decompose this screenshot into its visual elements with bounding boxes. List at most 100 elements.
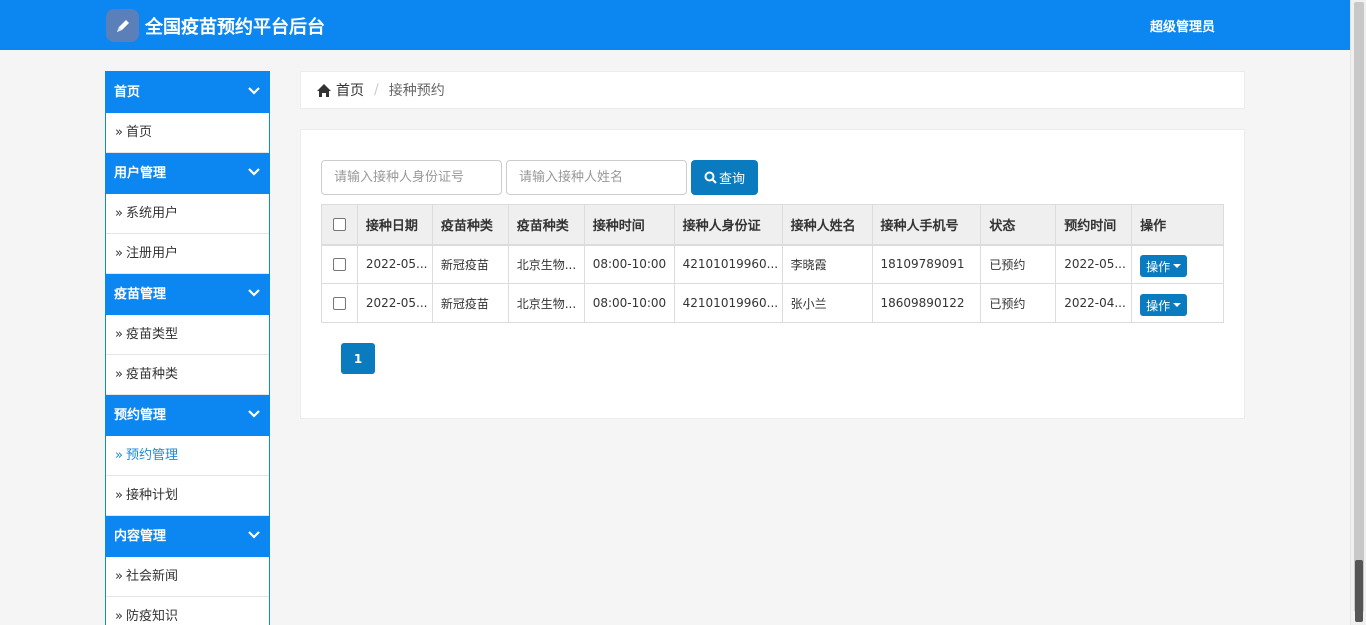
row-checkbox-cell[interactable] [321, 283, 358, 323]
chevron-down-icon [248, 531, 260, 539]
double-angle-right-icon: » [115, 206, 123, 221]
sidebar-item-label: 疫苗种类 [125, 367, 178, 382]
breadcrumb-home-label[interactable]: 首页 [336, 80, 364, 100]
column-header[interactable]: 接种人身份证 [673, 204, 783, 246]
sidebar-item-label: 首页 [125, 125, 152, 140]
double-angle-right-icon: » [115, 367, 123, 382]
row-checkbox-cell[interactable] [321, 244, 358, 284]
sidebar-item[interactable]: » 接种计划 [106, 476, 269, 516]
chevron-down-icon [248, 87, 260, 95]
column-header[interactable]: 接种人姓名 [781, 204, 873, 246]
table-cell: 新冠疫苗 [431, 283, 509, 323]
sidebar-item-label: 系统用户 [125, 206, 178, 221]
sidebar-item-label: 社会新闻 [125, 569, 178, 584]
column-header[interactable]: 疫苗种类 [507, 204, 585, 246]
sidebar-item-label: 防疫知识 [125, 609, 178, 624]
search-button[interactable]: 查询 [691, 160, 758, 195]
sidebar-item[interactable]: » 预约管理 [106, 436, 269, 476]
sidebar-group-header[interactable]: 内容管理 [106, 516, 269, 557]
sidebar-group: 内容管理» 社会新闻» 防疫知识 [106, 516, 269, 625]
main-panel: 查询 接种日期疫苗种类疫苗种类接种时间接种人身份证接种人姓名接种人手机号状态预约… [300, 129, 1245, 419]
sidebar-group-header[interactable]: 首页 [106, 72, 269, 113]
actions-dropdown-label: 操作 [1146, 259, 1171, 274]
sidebar-group-header[interactable]: 疫苗管理 [106, 274, 269, 315]
sidebar-item-label: 预约管理 [125, 448, 178, 463]
double-angle-right-icon: » [115, 569, 123, 584]
sidebar-item-label: 疫苗类型 [125, 327, 178, 342]
double-angle-right-icon: » [115, 488, 123, 503]
breadcrumb-current: 接种预约 [388, 83, 445, 99]
double-angle-right-icon: » [115, 125, 123, 140]
breadcrumb: 首页 / 接种预约 [300, 71, 1245, 109]
breadcrumb-home[interactable]: 首页 [316, 80, 364, 100]
name-search-input[interactable] [506, 160, 687, 195]
column-header[interactable]: 接种日期 [356, 204, 433, 246]
table-cell: 42101019960... [673, 244, 783, 284]
sidebar-group: 预约管理» 预约管理» 接种计划 [106, 395, 269, 516]
table-cell: 2022-05... [356, 283, 433, 323]
caret-down-icon [1173, 303, 1182, 307]
search-icon [704, 171, 717, 184]
id-number-search-input[interactable] [321, 160, 502, 195]
sidebar-group-header[interactable]: 预约管理 [106, 395, 269, 436]
table-cell: 18109789091 [871, 244, 982, 284]
double-angle-right-icon: » [115, 609, 123, 624]
table-cell: 已预约 [980, 244, 1057, 284]
actions-cell: 操作 [1131, 283, 1224, 323]
table-cell: 08:00-10:00 [583, 244, 675, 284]
current-user[interactable]: 超级管理员 [1150, 16, 1215, 35]
table-cell: 新冠疫苗 [431, 244, 509, 284]
pagination-page-1[interactable]: 1 [341, 343, 375, 374]
page-scrollbar[interactable] [1350, 0, 1366, 625]
table-cell: 张小兰 [781, 283, 873, 323]
table-cell: 2022-04... [1055, 283, 1133, 323]
double-angle-right-icon: » [115, 246, 123, 261]
sidebar-group-title: 疫苗管理 [114, 287, 167, 302]
column-header[interactable]: 状态 [980, 204, 1057, 246]
sidebar-item[interactable]: » 防疫知识 [106, 597, 269, 625]
sidebar-item[interactable]: » 疫苗种类 [106, 355, 269, 395]
table-cell: 08:00-10:00 [583, 283, 675, 323]
sidebar-group-title: 预约管理 [114, 408, 167, 423]
scroll-thumb[interactable] [1354, 2, 1364, 612]
sidebar-group-title: 首页 [114, 85, 141, 100]
chevron-down-icon [248, 289, 260, 297]
sidebar-group-title: 用户管理 [114, 166, 167, 181]
column-header[interactable]: 接种时间 [583, 204, 675, 246]
sidebar-group: 疫苗管理» 疫苗类型» 疫苗种类 [106, 274, 269, 395]
scroll-grip[interactable] [1355, 560, 1363, 622]
pen-icon [106, 9, 139, 42]
sidebar-item[interactable]: » 注册用户 [106, 234, 269, 274]
sidebar-group-title: 内容管理 [114, 529, 167, 544]
sidebar-group-header[interactable]: 用户管理 [106, 153, 269, 194]
sidebar-item[interactable]: » 系统用户 [106, 194, 269, 234]
sidebar: 首页» 首页 用户管理» 系统用户» 注册用户 疫苗管理» 疫苗类型» 疫苗种类 预约管理» 预约… [105, 71, 270, 625]
select-all-checkbox[interactable] [332, 217, 346, 231]
actions-dropdown-button[interactable]: 操作 [1140, 255, 1188, 278]
column-header[interactable]: 接种人手机号 [871, 204, 982, 246]
table-cell: 已预约 [980, 283, 1057, 323]
column-header[interactable]: 操作 [1131, 204, 1224, 246]
home-icon [317, 83, 331, 97]
sidebar-item[interactable]: » 首页 [106, 113, 269, 153]
table-cell: 2022-05... [356, 244, 433, 284]
sidebar-item[interactable]: » 疫苗类型 [106, 315, 269, 355]
table-cell: 李晓霞 [781, 244, 873, 284]
column-header[interactable]: 预约时间 [1055, 204, 1133, 246]
table-cell: 18609890122 [871, 283, 982, 323]
caret-down-icon [1173, 264, 1182, 269]
row-checkbox[interactable] [332, 297, 346, 310]
actions-dropdown-button[interactable]: 操作 [1140, 294, 1188, 316]
sidebar-group: 用户管理» 系统用户» 注册用户 [106, 153, 269, 274]
row-checkbox[interactable] [332, 258, 346, 272]
sidebar-item[interactable]: » 社会新闻 [106, 557, 269, 597]
table-cell: 2022-05... [1055, 244, 1133, 284]
breadcrumb-separator: / [374, 82, 379, 98]
chevron-down-icon [248, 410, 260, 418]
column-header[interactable]: 疫苗种类 [431, 204, 509, 246]
double-angle-right-icon: » [115, 327, 123, 342]
appointments-table: 接种日期 疫苗种类 疫苗种类 接种时间 接种人身份证 接种人姓名 接种人手机号 状态 预约时间操… [321, 204, 1224, 323]
table-header-row: 接种日期 疫苗种类 疫苗种类 接种时间 接种人身份证 接种人姓名 接种人手机号 状态 预约时间操… [321, 204, 1224, 246]
double-angle-right-icon: » [115, 448, 123, 463]
select-all-checkbox-cell[interactable] [321, 204, 358, 246]
